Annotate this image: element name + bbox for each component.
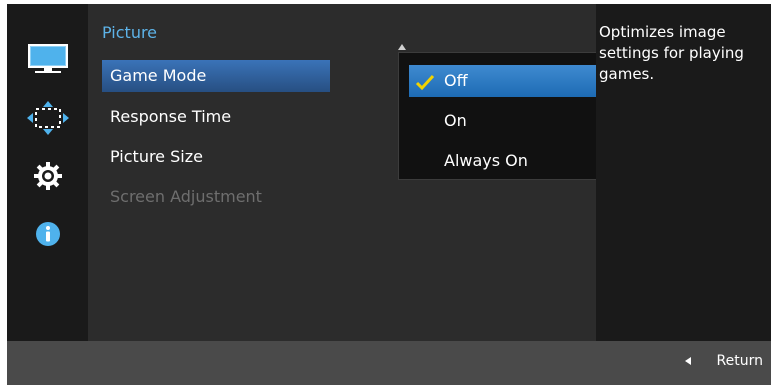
left-arrow-icon xyxy=(684,357,691,365)
menu-item-label: Game Mode xyxy=(110,66,207,85)
menu-item-screen-adjustment: Screen Adjustment xyxy=(102,181,332,213)
popup-option-label: Always On xyxy=(444,151,528,170)
checkmark-icon xyxy=(415,70,435,102)
main-panel: Picture Game Mode Response Time Picture … xyxy=(88,4,659,341)
gear-icon[interactable] xyxy=(7,159,88,193)
menu-item-label: Picture Size xyxy=(110,147,203,166)
scroll-up-icon xyxy=(398,44,406,50)
left-rail xyxy=(7,4,88,341)
menu-item-picture-size[interactable]: Picture Size xyxy=(102,141,332,173)
popup-option-label: On xyxy=(444,111,467,130)
menu-item-game-mode[interactable]: Game Mode xyxy=(102,60,330,92)
bottom-bar xyxy=(7,341,771,385)
return-button[interactable]: Return xyxy=(684,353,763,369)
description-text: Optimizes image settings for playing gam… xyxy=(599,23,744,83)
popup-option-label: Off xyxy=(444,71,468,90)
screen-adjust-icon[interactable] xyxy=(7,101,88,135)
menu-item-label: Response Time xyxy=(110,107,232,126)
menu-item-response-time[interactable]: Response Time xyxy=(102,101,332,133)
menu-item-label: Screen Adjustment xyxy=(110,187,262,206)
menu-title: Picture xyxy=(102,23,158,42)
info-icon[interactable] xyxy=(7,217,88,251)
return-label: Return xyxy=(716,353,763,369)
picture-icon[interactable] xyxy=(7,42,88,76)
